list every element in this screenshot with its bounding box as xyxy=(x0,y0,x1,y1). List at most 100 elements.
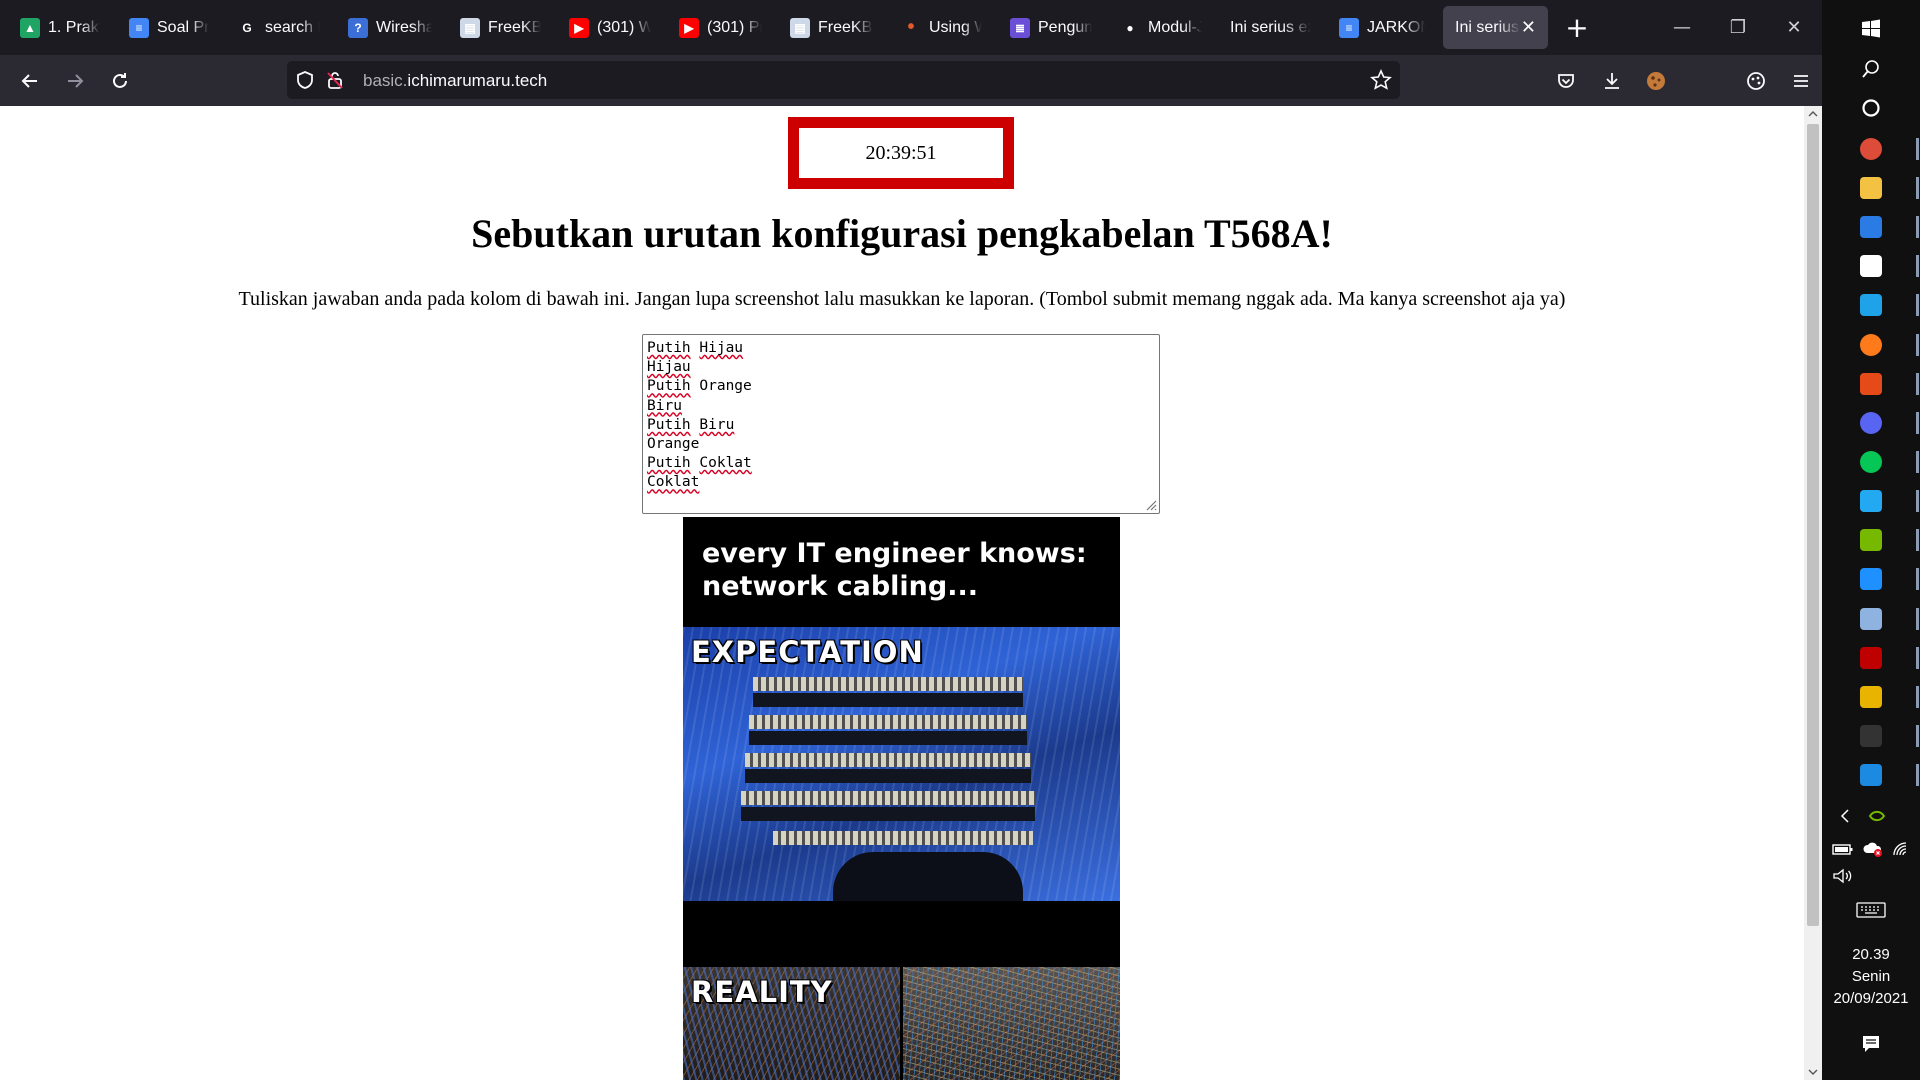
tab-title: Soal Prak xyxy=(157,18,209,36)
tab-3[interactable]: Gsearch fi xyxy=(225,6,332,49)
tab-10[interactable]: ≣ Pengump xyxy=(998,6,1104,49)
tab-12[interactable]: Ini serius ez xyxy=(1218,6,1323,49)
virtualbox-icon[interactable] xyxy=(1860,608,1882,630)
dot-icon: • xyxy=(907,16,915,38)
tab-5[interactable]: ▤ FreeKB - xyxy=(448,6,553,49)
tab-1[interactable]: ▲ 1. Praktik xyxy=(8,6,112,49)
tab-title: FreeKB - xyxy=(818,18,873,36)
reload-button[interactable] xyxy=(102,63,138,99)
tab-4[interactable]: ? Wireshark xyxy=(336,6,444,49)
back-button[interactable] xyxy=(12,63,48,99)
hamburger-menu-icon xyxy=(1794,75,1808,87)
scroll-thumb[interactable] xyxy=(1807,124,1819,926)
bookmark-star-icon[interactable] xyxy=(1370,69,1392,95)
answer-textarea[interactable]: Putih Hijau Hijau Putih Orange Biru Putih Bi… xyxy=(642,334,1160,514)
chrome-icon[interactable] xyxy=(1860,138,1882,160)
clock-date: 20/09/2021 xyxy=(1833,990,1909,1007)
running-indicator xyxy=(1916,373,1919,395)
url-text[interactable]: basic.ichimarumaru.tech xyxy=(363,71,547,91)
patch-panel-row xyxy=(745,753,1031,767)
url-bar[interactable]: basic.ichimarumaru.tech xyxy=(287,61,1400,99)
scroll-down-button[interactable] xyxy=(1804,1064,1822,1080)
edge-icon[interactable] xyxy=(1860,764,1882,786)
insecure-lock-icon[interactable] xyxy=(325,70,345,94)
line-icon[interactable] xyxy=(1860,451,1882,473)
patch-panel-row xyxy=(773,831,1033,845)
extension-button[interactable] xyxy=(1638,63,1674,99)
show-hidden-icons-button[interactable] xyxy=(1832,803,1858,829)
answer-line: Hijau xyxy=(647,358,1155,377)
firefox-icon[interactable] xyxy=(1860,334,1882,356)
tracking-protection-shield-icon[interactable] xyxy=(295,70,315,94)
answer-word: Orange xyxy=(647,436,700,453)
downloads-button[interactable] xyxy=(1594,63,1630,99)
tab-6[interactable]: ▶ (301) Wi xyxy=(557,6,663,49)
tab-close-icon[interactable]: ✕ xyxy=(1521,17,1536,38)
scroll-up-button[interactable] xyxy=(1804,106,1822,122)
terminal-icon[interactable] xyxy=(1860,725,1882,747)
forward-button[interactable] xyxy=(57,63,93,99)
volume-icon[interactable] xyxy=(1830,863,1856,889)
new-tab-button[interactable]: + xyxy=(1560,10,1594,44)
github-icon: ● xyxy=(1126,20,1134,35)
running-indicator xyxy=(1916,764,1919,786)
nvidia-icon[interactable] xyxy=(1860,529,1882,551)
network-tool-icon[interactable] xyxy=(1860,686,1882,708)
wifi-icon[interactable] xyxy=(1888,836,1914,862)
edge-legacy-icon[interactable] xyxy=(1860,568,1882,590)
cable-manager-row xyxy=(741,807,1035,821)
store-icon[interactable] xyxy=(1860,255,1882,277)
tab-11[interactable]: ● Modul-J xyxy=(1108,6,1214,49)
minimize-button[interactable]: — xyxy=(1662,8,1702,46)
tab-title: 1. Praktik xyxy=(48,18,100,36)
running-indicator xyxy=(1916,255,1919,277)
answer-line: Putih Orange xyxy=(647,377,1155,396)
restore-button[interactable]: ❐ xyxy=(1718,8,1758,46)
vscode-icon[interactable] xyxy=(1860,490,1882,512)
running-indicator xyxy=(1916,451,1919,473)
clock-day: Senin xyxy=(1851,968,1891,985)
internet-explorer-icon[interactable] xyxy=(1860,294,1882,316)
page-icon: ▤ xyxy=(460,17,480,38)
notification-center-button[interactable] xyxy=(1858,1031,1884,1057)
taskbar-clock[interactable]: 20.39 Senin 20/09/2021 xyxy=(1822,944,1920,1010)
tab-2[interactable]: ≡ Soal Prak xyxy=(117,6,221,49)
google-docs-icon: ≡ xyxy=(1339,17,1359,38)
running-indicator xyxy=(1916,725,1919,747)
search-icon[interactable] xyxy=(1858,56,1884,82)
tab-title: (301) Wi xyxy=(597,18,651,36)
answer-text: Putih Hijau Hijau Putih Orange Biru Putih Bi… xyxy=(647,339,1155,493)
nvidia-tray-icon[interactable] xyxy=(1864,803,1890,829)
app-menu-button[interactable] xyxy=(1783,63,1819,99)
tab-13[interactable]: ≡ JARKOM xyxy=(1327,6,1437,49)
page-scrollbar[interactable] xyxy=(1804,106,1822,1080)
tab-title: Ini serius ez xyxy=(1455,18,1521,36)
reload-icon xyxy=(113,73,127,88)
youtube-icon: ▶ xyxy=(569,17,589,38)
file-explorer-icon[interactable] xyxy=(1860,177,1882,199)
onedrive-error-icon[interactable] xyxy=(1860,836,1886,862)
discord-icon[interactable] xyxy=(1860,412,1882,434)
cortana-icon[interactable] xyxy=(1858,95,1884,121)
expectation-label: EXPECTATION xyxy=(691,635,924,669)
mail-icon[interactable] xyxy=(1860,216,1882,238)
windows-start-icon[interactable] xyxy=(1858,16,1884,42)
running-indicator xyxy=(1916,177,1919,199)
tab-9[interactable]: • Using W xyxy=(889,6,994,49)
cable-manager-row xyxy=(745,769,1031,783)
filezilla-icon[interactable] xyxy=(1860,647,1882,669)
patch-panel-row xyxy=(749,715,1027,729)
tab-14[interactable]: Ini serius ez✕ xyxy=(1443,6,1548,49)
resize-grip-icon[interactable] xyxy=(1145,499,1157,511)
touch-keyboard-icon[interactable] xyxy=(1856,897,1886,923)
office-icon[interactable] xyxy=(1860,373,1882,395)
tab-title: Modul-J xyxy=(1148,18,1202,36)
extensions-button[interactable] xyxy=(1738,63,1774,99)
battery-icon[interactable] xyxy=(1830,836,1856,862)
rack-floor-shadow xyxy=(833,852,1023,901)
close-window-button[interactable]: ✕ xyxy=(1774,8,1814,46)
answer-word: Putih xyxy=(647,455,691,472)
tab-8[interactable]: ▤ FreeKB - xyxy=(778,6,885,49)
tab-7[interactable]: ▶ (301) Pro xyxy=(667,6,774,49)
pocket-button[interactable] xyxy=(1548,63,1584,99)
